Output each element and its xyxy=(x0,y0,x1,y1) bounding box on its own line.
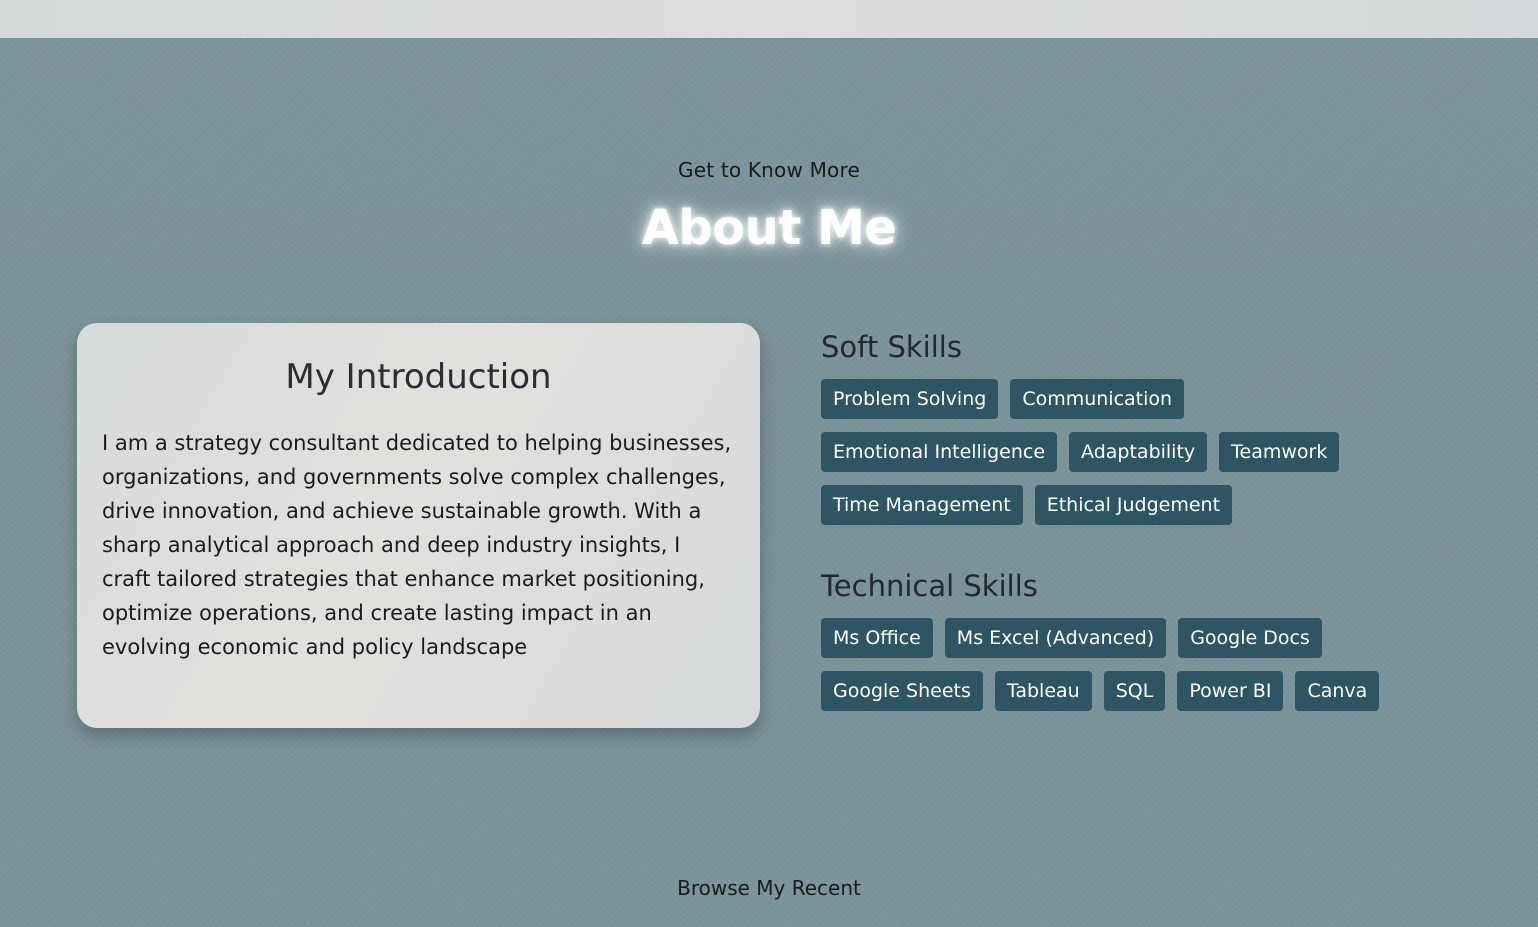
soft-skills-title: Soft Skills xyxy=(821,330,962,364)
skill-tag: SQL xyxy=(1103,670,1166,711)
introduction-card: My Introduction I am a strategy consulta… xyxy=(77,323,760,728)
skill-tag: Google Sheets xyxy=(821,670,983,711)
skill-tag: Emotional Intelligence xyxy=(821,431,1058,472)
skill-tag: Communication xyxy=(1010,378,1185,419)
skill-tag: Adaptability xyxy=(1069,431,1208,472)
section-eyebrow: Get to Know More xyxy=(678,158,860,182)
skill-tag: Ms Excel (Advanced) xyxy=(944,617,1167,658)
introduction-title: My Introduction xyxy=(285,357,552,397)
technical-skills-group: Technical Skills Ms Office Ms Excel (Adv… xyxy=(821,569,1481,711)
skill-tag: Time Management xyxy=(821,484,1023,525)
soft-skills-tags: Problem Solving Communication Emotional … xyxy=(821,378,1381,525)
next-section-eyebrow: Browse My Recent xyxy=(677,876,861,900)
skill-tag: Problem Solving xyxy=(821,378,999,419)
section-title: About Me xyxy=(641,200,897,256)
technical-skills-tags: Ms Office Ms Excel (Advanced) Google Doc… xyxy=(821,617,1381,711)
skill-tag: Ms Office xyxy=(821,617,933,658)
skill-tag: Ethical Judgement xyxy=(1034,484,1233,525)
skill-tag: Power BI xyxy=(1177,670,1284,711)
skill-tag: Teamwork xyxy=(1219,431,1340,472)
skill-tag: Google Docs xyxy=(1178,617,1322,658)
skills-panel: Soft Skills Problem Solving Communicatio… xyxy=(821,330,1481,711)
soft-skills-group: Soft Skills Problem Solving Communicatio… xyxy=(821,330,1481,525)
introduction-text: I am a strategy consultant dedicated to … xyxy=(102,431,732,660)
top-navigation-bar xyxy=(0,0,1538,38)
skill-tag: Canva xyxy=(1295,670,1380,711)
skill-tag: Tableau xyxy=(994,670,1092,711)
technical-skills-title: Technical Skills xyxy=(821,568,1038,603)
